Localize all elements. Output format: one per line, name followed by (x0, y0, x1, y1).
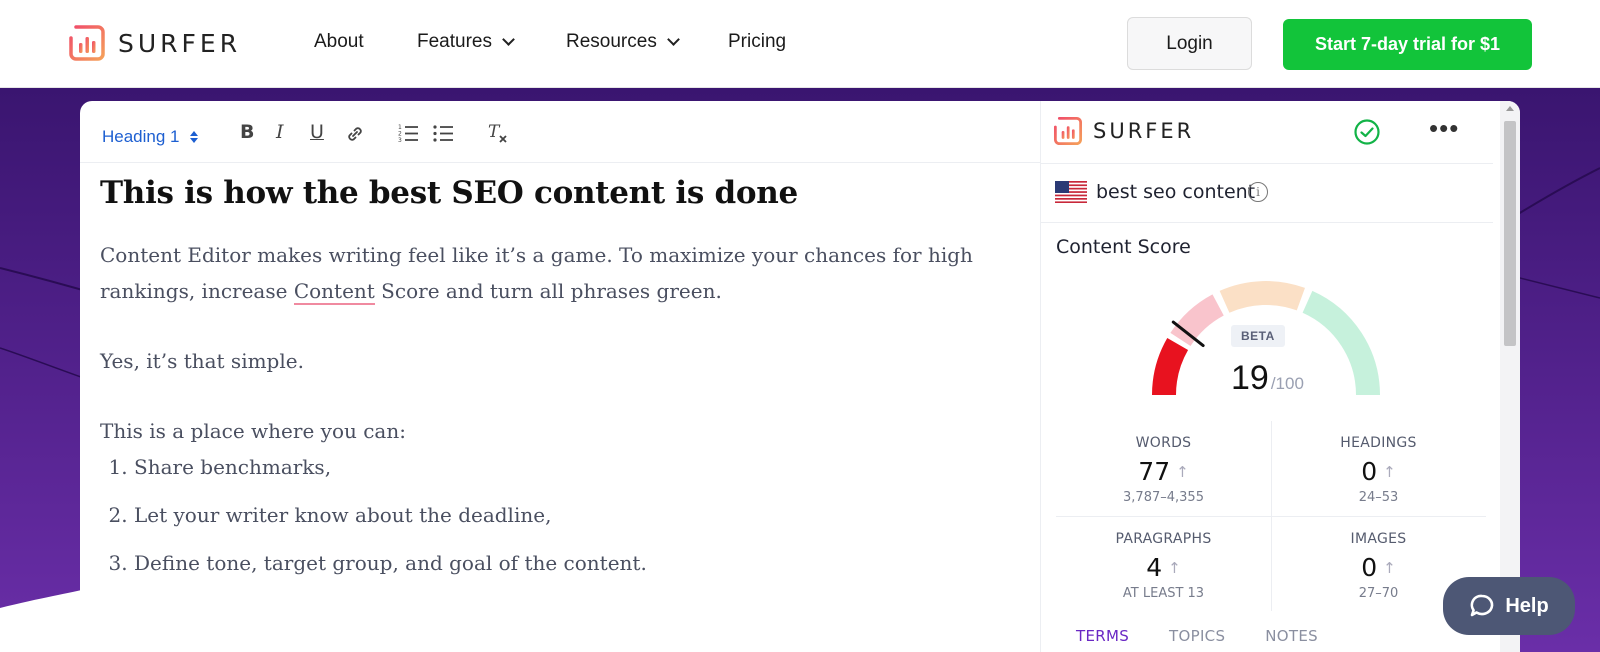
document-title: This is how the best SEO content is done (100, 175, 798, 211)
stat-number: 0 (1361, 553, 1378, 582)
stat-label: WORDS (1135, 435, 1192, 451)
tab-topics[interactable]: TOPICS (1169, 627, 1225, 645)
stat-headings: HEADINGS 0 ↑ 24–53 (1271, 421, 1486, 516)
logo-text: SURFER (118, 28, 242, 58)
paragraph-intro-end: Score and turn all phrases green. (374, 279, 722, 303)
nav-features-label: Features (417, 31, 492, 52)
us-flag-icon (1055, 181, 1087, 203)
beta-badge: BETA (1231, 325, 1285, 347)
top-navbar: SURFER About Features Resources Pricing … (0, 0, 1600, 88)
paragraph-simple: Yes, it’s that simple. (100, 349, 304, 373)
list-item: Let your writer know about the deadline, (134, 497, 1000, 545)
editor-card: Heading 1 B I U 1 2 3 T This is how the … (80, 101, 1520, 652)
heading-select[interactable]: Heading 1 (102, 127, 198, 147)
bullet-list-icon[interactable] (433, 123, 455, 143)
arrow-up-icon: ↑ (1168, 558, 1181, 577)
paragraph-intro: Content Editor makes writing feel like i… (100, 237, 1000, 309)
surfer-logo-icon (69, 25, 105, 61)
arrow-up-icon: ↑ (1383, 462, 1396, 481)
nav-resources-label: Resources (566, 31, 657, 52)
nav-about[interactable]: About (314, 31, 364, 53)
surfer-logo[interactable]: SURFER (68, 24, 241, 62)
stat-value: 0 ↑ (1361, 553, 1395, 582)
gauge-segment-red (1152, 338, 1189, 396)
stat-value: 0 ↑ (1361, 457, 1395, 486)
stat-range: 3,787–4,355 (1123, 490, 1204, 505)
nav-about-label: About (314, 31, 364, 52)
tab-terms[interactable]: TERMS (1076, 627, 1129, 645)
list-item: Define tone, target group, and goal of t… (134, 545, 1000, 593)
gauge-segment-orange (1219, 281, 1305, 313)
heading-select-value: Heading 1 (102, 127, 180, 146)
panel-scrollbar[interactable] (1500, 101, 1520, 652)
chat-bubble-icon (1470, 594, 1494, 617)
content-score-panel: SURFER ••• best seo content i Content Sc… (1040, 101, 1510, 652)
keyword-row: best seo content i (1041, 163, 1493, 223)
stat-range: AT LEAST 13 (1122, 586, 1205, 601)
stat-label: PARAGRAPHS (1115, 531, 1212, 547)
panel-header: SURFER ••• (1041, 101, 1493, 163)
login-button[interactable]: Login (1127, 17, 1252, 70)
stat-value: 4 ↑ (1146, 553, 1180, 582)
editor-toolbar: Heading 1 B I U 1 2 3 T (80, 101, 1040, 163)
start-trial-button[interactable]: Start 7-day trial for $1 (1283, 19, 1532, 70)
surfer-logo-icon (1053, 116, 1083, 146)
nav-pricing-label: Pricing (728, 31, 787, 52)
stats-grid: WORDS 77 ↑ 3,787–4,355 HEADINGS 0 ↑ 24–53 … (1056, 421, 1486, 621)
ordered-list: Share benchmarks, Let your writer know a… (100, 449, 1000, 593)
stat-number: 4 (1146, 553, 1163, 582)
link-icon[interactable] (345, 124, 365, 144)
underline-icon[interactable]: U (310, 121, 324, 143)
select-arrows-icon (189, 131, 198, 143)
content-score-title: Content Score (1056, 236, 1191, 258)
stat-label: IMAGES (1350, 531, 1407, 547)
svg-text:3: 3 (398, 137, 402, 143)
stat-range: 24–53 (1358, 490, 1399, 505)
more-options-icon[interactable]: ••• (1429, 115, 1459, 141)
arrow-up-icon: ↑ (1176, 462, 1189, 481)
stat-label: HEADINGS (1340, 435, 1417, 451)
highlighted-term[interactable]: Content (293, 279, 375, 305)
check-circle-icon[interactable] (1353, 118, 1381, 146)
keyword-text: best seo content (1096, 181, 1256, 203)
score-number: 19 (1231, 359, 1269, 397)
scrollbar-thumb[interactable] (1504, 121, 1516, 346)
content-score-value: 19 /100 (1231, 359, 1304, 398)
chevron-down-icon (666, 33, 680, 46)
help-label: Help (1505, 594, 1549, 617)
paragraph-list-intro: This is a place where you can: (100, 419, 406, 443)
stat-number: 77 (1138, 457, 1171, 486)
nav-features[interactable]: Features (417, 31, 515, 53)
gauge-segment-pink (1170, 294, 1225, 347)
score-max: /100 (1270, 374, 1304, 393)
list-item: Share benchmarks, (134, 449, 1000, 497)
panel-logo-text: SURFER (1093, 119, 1195, 143)
panel-logo: SURFER (1053, 116, 1194, 146)
panel-tabs: TERMS TOPICS NOTES (1076, 627, 1318, 645)
info-icon[interactable]: i (1248, 182, 1268, 202)
arrow-up-icon: ↑ (1383, 558, 1396, 577)
editor-content[interactable]: This is how the best SEO content is done… (100, 175, 1000, 593)
scroll-up-arrow-icon[interactable] (1506, 106, 1514, 111)
ordered-list-icon[interactable]: 1 2 3 (398, 123, 420, 143)
nav-pricing[interactable]: Pricing (728, 31, 786, 53)
stat-number: 0 (1361, 457, 1378, 486)
stat-value: 77 ↑ (1138, 457, 1188, 486)
gauge-segment-green (1302, 290, 1380, 396)
nav-resources[interactable]: Resources (566, 31, 680, 53)
stat-words: WORDS 77 ↑ 3,787–4,355 (1056, 421, 1271, 516)
clear-format-icon[interactable]: T (487, 122, 509, 144)
stat-paragraphs: PARAGRAPHS 4 ↑ AT LEAST 13 (1056, 517, 1271, 612)
content-editor: Heading 1 B I U 1 2 3 T This is how the … (80, 101, 1040, 652)
chevron-down-icon (502, 33, 515, 46)
tab-notes[interactable]: NOTES (1265, 627, 1318, 645)
svg-text:T: T (488, 122, 501, 142)
bold-icon[interactable]: B (240, 121, 254, 143)
italic-icon[interactable]: I (276, 121, 284, 143)
help-button[interactable]: Help (1443, 577, 1575, 635)
